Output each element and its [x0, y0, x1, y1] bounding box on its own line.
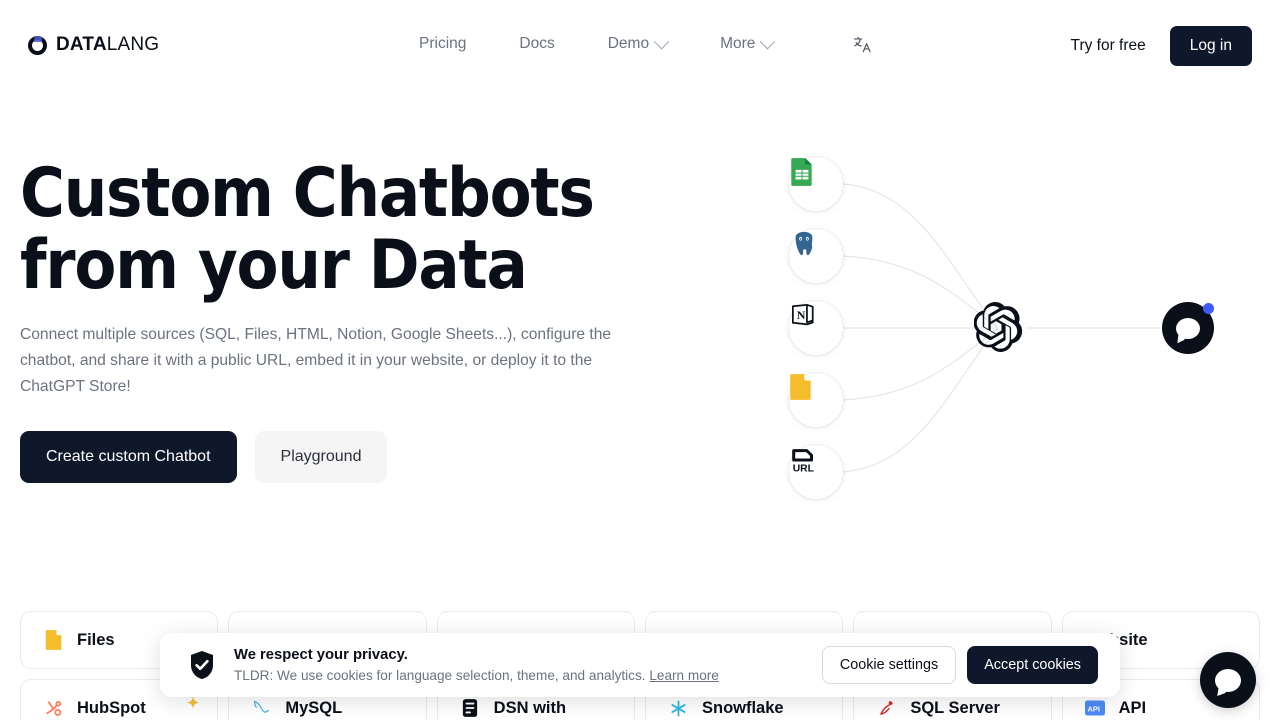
source-card-label: API — [1118, 698, 1147, 717]
chat-widget-button[interactable] — [1200, 652, 1256, 708]
cookie-title: We respect your privacy. — [234, 646, 408, 663]
brand-name-light: LANG — [106, 34, 160, 55]
login-button[interactable]: Log in — [1169, 26, 1252, 66]
source-node-postgresql[interactable] — [789, 229, 843, 283]
language-switcher[interactable] — [853, 35, 872, 54]
chevron-down-icon — [760, 33, 776, 49]
hero-title-line1: Custom Chatbots — [20, 154, 595, 233]
svg-text:URL: URL — [793, 463, 814, 474]
brand-name: DATALANG — [56, 34, 159, 56]
status-dot — [1203, 303, 1214, 314]
source-card-label: MySQL — [285, 698, 343, 717]
nav-label-docs: Docs — [519, 35, 555, 52]
source-card-label: HubSpot — [77, 698, 146, 717]
nav-label-more: More — [720, 35, 756, 52]
source-card-label: Files — [77, 630, 115, 649]
source-node-file[interactable] — [789, 373, 843, 427]
landing-page: DATALANG Pricing Docs Demo More Try for … — [0, 0, 1280, 720]
yellow-file-icon — [43, 630, 64, 651]
snowflake-icon — [668, 698, 689, 719]
nav-label-demo: Demo — [607, 35, 650, 52]
nav-item-docs[interactable]: Docs — [519, 35, 554, 53]
cookie-tldr-text: TLDR: We use cookies for language select… — [234, 667, 646, 683]
try-for-free-link[interactable]: Try for free — [1071, 37, 1146, 55]
source-node-url[interactable]: URL — [789, 445, 843, 499]
hubspot-icon — [43, 698, 64, 719]
hero-cta-group: Create custom Chatbot Playground — [20, 431, 388, 483]
nav-label-pricing: Pricing — [419, 35, 467, 52]
chevron-down-icon — [653, 33, 670, 49]
shield-check-icon — [186, 649, 218, 681]
accept-cookies-button[interactable]: Accept cookies — [967, 646, 1098, 684]
chat-bubble-shape — [1176, 317, 1200, 339]
create-custom-chatbot-button[interactable]: Create custom Chatbot — [20, 431, 237, 483]
circle-logo-icon — [28, 35, 47, 55]
nav-item-pricing[interactable]: Pricing — [419, 35, 466, 53]
sources-diagram: N URL — [740, 130, 1260, 520]
site-header: DATALANG Pricing Docs Demo More Try for … — [0, 0, 1280, 88]
brand-name-bold: DATA — [56, 34, 107, 55]
dsn-icon — [460, 698, 481, 719]
page-title: Custom Chatbots from your Data — [20, 158, 595, 305]
playground-button[interactable]: Playground — [254, 431, 388, 483]
openai-hub-node[interactable] — [974, 302, 1026, 354]
chat-bubble-icon — [1215, 668, 1241, 692]
cookie-settings-button[interactable]: Cookie settings — [821, 646, 957, 684]
source-node-notion[interactable]: N — [789, 301, 843, 355]
mysql-icon — [251, 698, 272, 719]
hero-title-line2: from your Data — [20, 226, 528, 305]
nav-item-more[interactable]: More — [720, 33, 776, 53]
source-card-label: Snowflake — [701, 698, 784, 717]
chatbot-output-node[interactable] — [1162, 302, 1214, 354]
primary-nav: Pricing Docs Demo More — [419, 30, 872, 58]
brand-logo[interactable]: DATALANG — [28, 34, 159, 56]
translate-icon — [853, 35, 872, 54]
cookie-description: TLDR: We use cookies for language select… — [234, 666, 822, 686]
svg-text:N: N — [797, 308, 806, 322]
learn-more-link[interactable]: Learn more — [649, 668, 719, 683]
svg-text:API: API — [1088, 704, 1101, 713]
source-node-google-sheets[interactable] — [789, 157, 843, 211]
hero-subtitle: Connect multiple sources (SQL, Files, HT… — [20, 326, 612, 395]
api-icon: API — [1085, 698, 1106, 719]
sqlserver-icon — [876, 698, 897, 719]
nav-item-demo[interactable]: Demo — [607, 33, 670, 53]
source-card-label: DSN with — [493, 698, 567, 717]
header-actions: Try for free Log in — [1071, 26, 1252, 66]
cookie-actions: Cookie settings Accept cookies — [821, 646, 1098, 684]
source-card-label: SQL Server — [910, 698, 1000, 717]
cookie-text-block: We respect your privacy. TLDR: We use co… — [234, 645, 822, 686]
cookie-consent-banner: We respect your privacy. TLDR: We use co… — [160, 633, 1120, 697]
